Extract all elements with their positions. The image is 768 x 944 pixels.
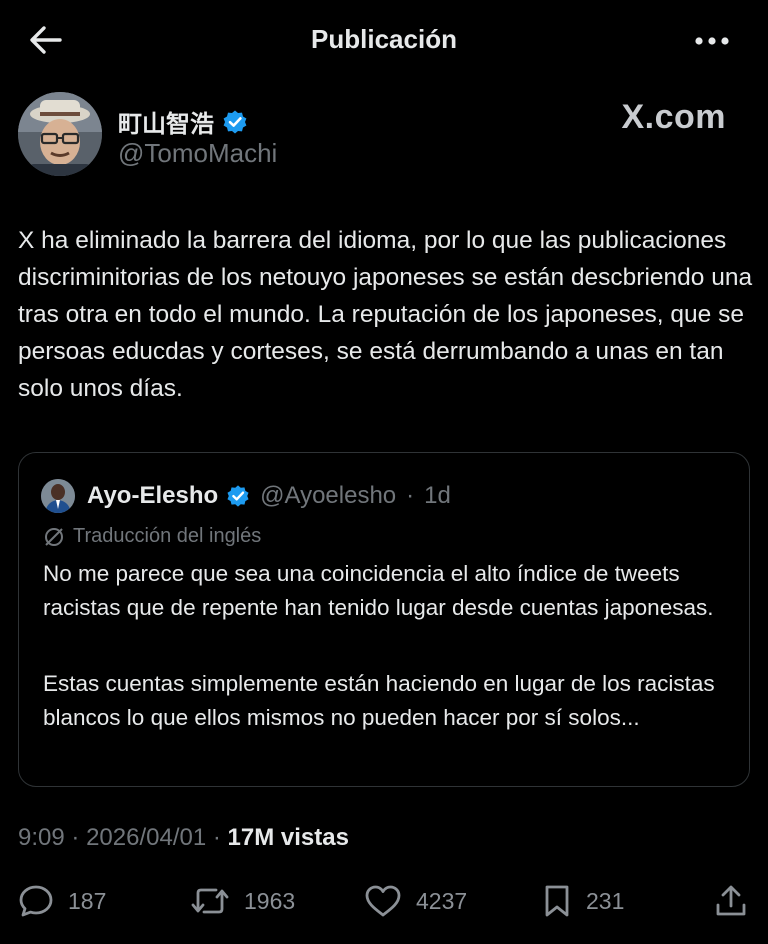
like-icon	[365, 885, 401, 917]
views-count: 17M	[227, 824, 275, 851]
translation-notice[interactable]: Traducción del inglés	[43, 525, 261, 548]
quoted-post-paragraph-2: Estas cuentas simplemente están haciendo…	[43, 671, 715, 730]
more-options-button[interactable]	[690, 26, 734, 56]
reply-button[interactable]: 187	[18, 884, 106, 918]
share-icon	[716, 885, 746, 916]
avatar[interactable]	[18, 92, 102, 176]
action-bar: 187 1963 4237 231	[0, 878, 768, 934]
author-handle[interactable]: @TomoMachi	[118, 138, 277, 169]
repost-button[interactable]: 1963	[190, 884, 295, 918]
quoted-author-avatar	[41, 479, 75, 513]
post-text: X ha eliminado la barrera del idioma, po…	[18, 227, 753, 402]
quoted-post-age: 1d	[424, 482, 451, 509]
quoted-avatar-image	[41, 479, 75, 513]
repost-count: 1963	[244, 887, 296, 914]
repost-icon	[191, 888, 229, 914]
bookmark-icon	[545, 885, 569, 917]
quoted-author-name: Ayo-Elesho	[87, 482, 219, 509]
like-count: 4237	[416, 887, 468, 914]
author-name[interactable]: 町山智浩	[118, 104, 214, 139]
page-title: Publicación	[311, 24, 457, 54]
share-button[interactable]	[714, 884, 748, 923]
meta-separator: ·	[71, 824, 80, 851]
source-watermark: X.com	[621, 98, 726, 136]
post-date[interactable]: 2026/04/01	[86, 824, 206, 851]
verified-badge-icon	[227, 485, 249, 507]
reply-icon	[19, 885, 53, 917]
meta-separator: ·	[212, 824, 221, 851]
bookmark-count: 231	[586, 887, 625, 914]
translate-icon	[45, 527, 63, 546]
verified-badge-icon	[223, 110, 247, 133]
post-meta: 9:09 · 2026/04/01 · 17M vistas	[18, 824, 349, 852]
top-bar: Publicación	[0, 0, 768, 80]
like-button[interactable]: 4237	[364, 884, 467, 918]
views-label: vistas	[280, 824, 349, 851]
quoted-author-handle: @Ayoelesho	[260, 482, 397, 509]
post-author: 町山智浩 @TomoMachi X.com	[18, 92, 758, 182]
quoted-post[interactable]: Ayo-Elesho @Ayoelesho · 1d Traducción de…	[18, 452, 750, 787]
quoted-post-paragraph-1: No me parece que sea una coincidencia el…	[43, 561, 714, 620]
author-avatar-image	[18, 92, 102, 176]
more-horizontal-icon	[695, 37, 729, 45]
author-name-row: 町山智浩	[118, 104, 248, 139]
translation-label: Traducción del inglés	[73, 525, 262, 547]
quoted-separator: ·	[406, 482, 415, 509]
reply-count: 187	[68, 887, 107, 914]
post-time[interactable]: 9:09	[18, 824, 65, 851]
quoted-post-header: Ayo-Elesho @Ayoelesho · 1d	[41, 479, 451, 513]
bookmark-button[interactable]: 231	[542, 884, 624, 918]
